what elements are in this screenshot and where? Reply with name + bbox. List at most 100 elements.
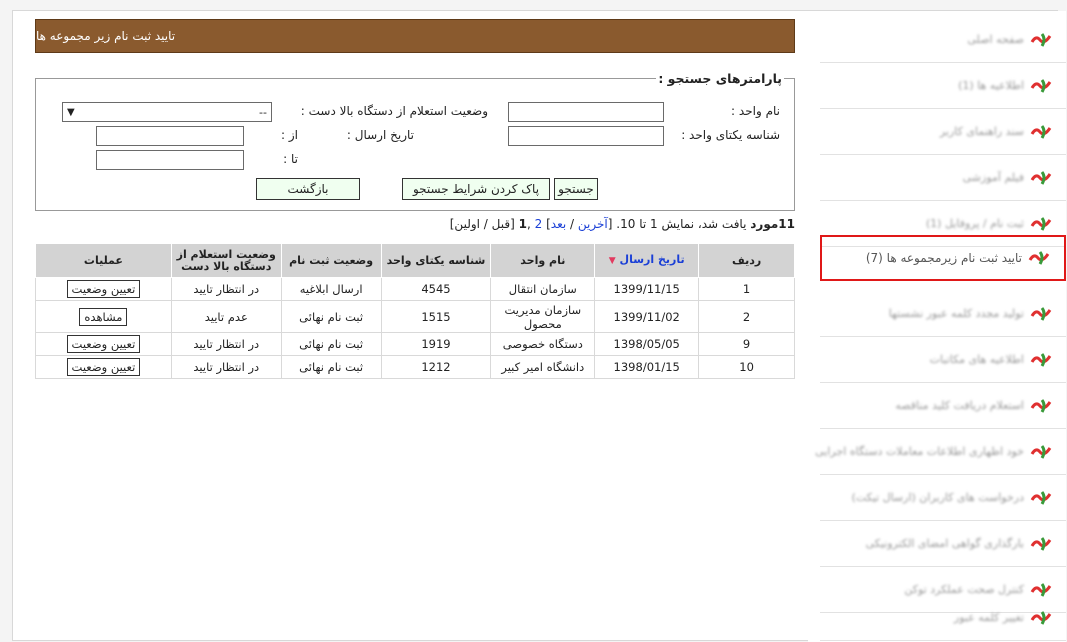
current-page: 1: [518, 217, 527, 231]
sidebar-item-label: سند راهنمای کاربر: [939, 125, 1024, 138]
sidebar-item-tender-key[interactable]: استعلام دریافت کلید مناقصه: [820, 383, 1066, 429]
inquiry-status-selected: --: [259, 105, 267, 119]
send-date-label: تاریخ ارسال :: [346, 128, 414, 142]
table-row: 1 1399/11/15 سازمان انتقال 4545 ارسال اب…: [35, 277, 795, 301]
sidebar-item-home[interactable]: صفحه اصلی: [820, 17, 1066, 63]
cell-operations: تعیین وضعیت: [35, 277, 172, 301]
cell-operations: مشاهده: [35, 300, 172, 333]
sidebar-item-tickets[interactable]: درخواست های کاربران (ارسال تیکت): [820, 475, 1066, 521]
table-row: 9 1398/05/05 دستگاه خصوصی 1919 ثبت نام ن…: [35, 332, 795, 356]
search-panel: پارامترهای جستجو : نام واحد : وضعیت استع…: [35, 71, 795, 211]
send-date-sort-link[interactable]: تاریخ ارسال: [620, 253, 685, 266]
sidebar-item-label: صفحه اصلی: [967, 33, 1024, 46]
brand-logo-icon: [1030, 536, 1052, 551]
brand-logo-icon: [1030, 124, 1052, 139]
cell-reg-status: ثبت نام نهائی: [280, 300, 382, 333]
sidebar-item-training-video[interactable]: فیلم آموزشی: [820, 155, 1066, 201]
brand-logo-icon: [1030, 490, 1052, 505]
brand-logo-icon: [1030, 32, 1052, 47]
sidebar-item-self-declaration[interactable]: خود اظهاری اطلاعات معاملات دستگاه اجرایی: [815, 429, 1066, 475]
sidebar-menu: صفحه اصلی اطلاعیه ها (1) سند راهنمای کار…: [808, 11, 1066, 642]
cell-unit-id: 4545: [380, 277, 492, 301]
sort-desc-icon: ▼: [608, 256, 616, 267]
brand-logo-icon: [1030, 398, 1052, 413]
chevron-down-icon: ▼: [67, 106, 75, 118]
bracket-open: [: [607, 217, 613, 231]
cell-send-date: 1399/11/02: [594, 300, 700, 333]
sidebar-item-label: تغییر کلمه عبور: [953, 611, 1024, 624]
cell-row: 9: [698, 332, 795, 356]
results-range-text: یافت شد، نمایش 1 تا 10.: [616, 217, 747, 231]
table-row: 10 1398/01/15 دانشگاه امیر کبیر 1212 ثبت…: [35, 355, 795, 379]
col-reg-status: وضعیت ثبت نام: [280, 243, 382, 278]
comma: ,: [526, 217, 531, 231]
sidebar-item-approve-subunits[interactable]: تایید ثبت نام زیرمجموعه ها (7): [820, 235, 1066, 281]
set-status-button[interactable]: تعیین وضعیت: [66, 335, 141, 353]
cell-row: 10: [698, 355, 795, 379]
last-page-link[interactable]: آخرین: [578, 217, 608, 231]
page-title: تایید ثبت نام زیر مجموعه ها: [36, 29, 176, 43]
cell-row: 1: [698, 277, 795, 301]
date-from-input[interactable]: [96, 126, 244, 146]
sidebar-item-label: اطلاعیه های مکاتبات: [929, 353, 1024, 366]
sidebar-item-correspondence[interactable]: اطلاعیه های مکاتبات: [820, 337, 1066, 383]
sidebar-item-user-guide[interactable]: سند راهنمای کاربر: [820, 109, 1066, 155]
cell-unit-id: 1919: [380, 332, 492, 356]
inquiry-status-label: وضعیت استعلام از دستگاه بالا دست :: [300, 104, 488, 118]
sidebar-item-label: درخواست های کاربران (ارسال تیکت): [851, 491, 1024, 504]
unit-name-label: نام واحد :: [731, 104, 780, 118]
set-status-button[interactable]: تعیین وضعیت: [66, 358, 141, 376]
date-from-label: از :: [281, 128, 298, 142]
page-title-bar: تایید ثبت نام زیر مجموعه ها: [35, 19, 795, 53]
sidebar-item-label: اطلاعیه ها (1): [958, 79, 1024, 92]
sidebar-item-label: تولید مجدد کلمه عبور نشستها: [888, 307, 1024, 320]
separator: /: [570, 217, 575, 231]
cell-reg-status: ارسال ابلاغیه: [280, 277, 382, 301]
col-inquiry-status: وضعیت استعلام از دستگاه بالا دست: [170, 243, 282, 278]
cell-send-date: 1398/05/05: [594, 332, 700, 356]
brand-logo-icon: [1030, 352, 1052, 367]
cell-inquiry-status: در انتظار تایید: [170, 332, 282, 356]
next-page-link[interactable]: بعد: [551, 217, 566, 231]
sidebar-item-announcements[interactable]: اطلاعیه ها (1): [820, 63, 1066, 109]
sidebar-item-change-password[interactable]: تغییر کلمه عبور: [820, 595, 1066, 641]
cell-inquiry-status: در انتظار تایید: [170, 355, 282, 379]
view-button[interactable]: مشاهده: [79, 307, 128, 326]
brand-logo-icon: [1030, 610, 1052, 625]
unit-id-input[interactable]: [508, 126, 664, 146]
sidebar-item-label: بارگذاری گواهی امضای الکترونیکی: [865, 537, 1024, 550]
col-operations: عملیات: [35, 243, 172, 278]
inquiry-status-select[interactable]: ▼ --: [62, 102, 272, 122]
table-row: 2 1399/11/02 سازمان مدیریت محصول 1515 ثب…: [35, 300, 795, 333]
results-count: 11: [778, 217, 795, 231]
page-2-link[interactable]: 2: [535, 217, 543, 231]
cell-operations: تعیین وضعیت: [35, 355, 172, 379]
cell-reg-status: ثبت نام نهائی: [280, 332, 382, 356]
date-to-input[interactable]: [96, 150, 244, 170]
sidebar-item-label: استعلام دریافت کلید مناقصه: [895, 399, 1024, 412]
col-send-date[interactable]: تاریخ ارسال ▼: [594, 243, 700, 278]
brand-logo-icon: [1030, 78, 1052, 93]
col-unit-name: نام واحد: [490, 243, 596, 278]
set-status-button[interactable]: تعیین وضعیت: [66, 280, 141, 298]
cell-send-date: 1399/11/15: [594, 277, 700, 301]
brand-logo-icon: [1030, 216, 1052, 231]
date-to-label: تا :: [283, 152, 298, 166]
unit-name-input[interactable]: [508, 102, 664, 122]
clear-search-button[interactable]: پاک کردن شرایط جستجو: [402, 178, 550, 200]
table-header-row: ردیف تاریخ ارسال ▼ نام واحد شناسه یکتای …: [35, 243, 795, 278]
search-button[interactable]: جستجو: [554, 178, 598, 200]
sidebar-item-label: تایید ثبت نام زیرمجموعه ها (7): [865, 251, 1022, 265]
results-summary: 11مورد یافت شد، نمایش 1 تا 10. [آخرین / …: [405, 217, 795, 231]
back-button[interactable]: بازگشت: [256, 178, 360, 200]
cell-unit-name: سازمان انتقال: [490, 277, 596, 301]
sidebar-item-upload-certificate[interactable]: بارگذاری گواهی امضای الکترونیکی: [820, 521, 1066, 567]
brand-logo-icon: [1028, 251, 1050, 265]
cell-inquiry-status: در انتظار تایید: [170, 277, 282, 301]
brand-logo-icon: [1030, 306, 1052, 321]
col-unit-id: شناسه یکتای واحد: [380, 243, 492, 278]
results-count-word: مورد: [750, 217, 779, 231]
cell-reg-status: ثبت نام نهائی: [280, 355, 382, 379]
sidebar-item-label: خود اظهاری اطلاعات معاملات دستگاه اجرایی: [815, 445, 1024, 458]
sidebar-item-regenerate-password[interactable]: تولید مجدد کلمه عبور نشستها: [820, 291, 1066, 337]
